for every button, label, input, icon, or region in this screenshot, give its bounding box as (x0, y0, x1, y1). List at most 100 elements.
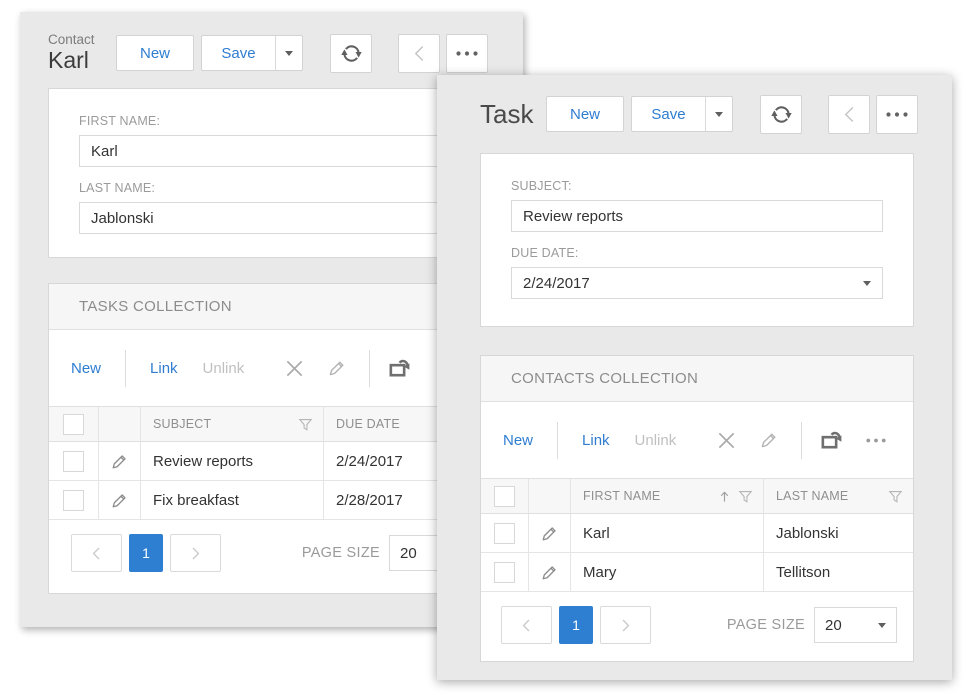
chevron-left-icon (520, 618, 533, 633)
table-row[interactable]: Karl Jablonski (481, 514, 913, 553)
row-checkbox[interactable] (63, 451, 84, 472)
due-date-field[interactable]: 2/24/2017 (511, 267, 883, 299)
edit-row-icon[interactable] (110, 452, 129, 471)
next-page-button[interactable] (170, 534, 221, 572)
grid-delete-button[interactable] (716, 430, 737, 451)
tasks-collection-title: TASKS COLLECTION (49, 284, 494, 330)
first-name-column-header[interactable]: FIRST NAME (571, 479, 764, 513)
toolbar-separator (801, 422, 802, 459)
save-button[interactable]: Save (202, 36, 275, 70)
ellipsis-icon (886, 112, 908, 117)
grid-export-button[interactable] (820, 429, 844, 451)
save-split-button: Save (631, 96, 733, 132)
filter-icon[interactable] (888, 489, 903, 504)
prev-page-button[interactable] (501, 606, 552, 644)
grid-edit-button[interactable] (759, 430, 779, 450)
close-icon (284, 358, 305, 379)
edit-column-header (99, 407, 141, 441)
page-size-select[interactable]: 20 (814, 607, 897, 643)
grid-export-button[interactable] (388, 357, 412, 379)
toolbar-separator (369, 350, 370, 387)
due-date-cell: 2/28/2017 (336, 492, 403, 509)
next-page-button[interactable] (600, 606, 651, 644)
page-number-button[interactable]: 1 (559, 606, 593, 644)
last-name-cell: Tellitson (776, 564, 830, 581)
chevron-left-icon (411, 44, 428, 63)
desktop: Contact Karl New Save (0, 0, 966, 695)
grid-more-button[interactable] (866, 438, 886, 443)
row-checkbox[interactable] (63, 490, 84, 511)
toolbar-separator (125, 350, 126, 387)
grid-edit-button[interactable] (327, 358, 347, 378)
edit-row-icon[interactable] (540, 524, 559, 543)
row-checkbox[interactable] (494, 523, 515, 544)
back-button[interactable] (828, 95, 870, 134)
table-row[interactable]: Mary Tellitson (481, 553, 913, 592)
first-name-label: FIRST NAME: (79, 114, 464, 128)
page-title: Task (480, 99, 546, 130)
grid-link-button[interactable]: Link (582, 432, 610, 449)
record-title: Karl (48, 48, 116, 73)
refresh-icon (771, 104, 792, 125)
last-name-column-header[interactable]: LAST NAME (764, 479, 913, 513)
filter-icon[interactable] (738, 489, 753, 504)
grid-unlink-button[interactable]: Unlink (635, 432, 677, 449)
save-dropdown-button[interactable] (705, 97, 732, 131)
more-options-button[interactable] (446, 34, 488, 73)
last-name-field[interactable]: Jablonski (79, 202, 464, 234)
back-button[interactable] (398, 34, 440, 73)
filter-icon[interactable] (298, 417, 313, 432)
edit-row-icon[interactable] (540, 563, 559, 582)
table-row[interactable]: Fix breakfast 2/28/2017 (49, 481, 494, 520)
page-number-button[interactable]: 1 (129, 534, 163, 572)
select-all-cell (481, 479, 529, 513)
chevron-right-icon (189, 546, 202, 561)
page-size-label: PAGE SIZE (302, 545, 380, 561)
contacts-grid-header-row: FIRST NAME LAST NAME (481, 479, 913, 514)
toolbar-separator (557, 422, 558, 459)
edit-row-icon[interactable] (110, 491, 129, 510)
contact-window-header: Contact Karl New Save (48, 26, 488, 80)
sort-ascending-icon[interactable] (719, 490, 730, 503)
chevron-down-icon (878, 623, 886, 628)
contacts-collection-title: CONTACTS COLLECTION (481, 356, 913, 402)
table-row[interactable]: Review reports 2/24/2017 (49, 442, 494, 481)
chevron-down-icon (285, 51, 293, 56)
select-all-checkbox[interactable] (494, 486, 515, 507)
ellipsis-icon (866, 438, 886, 443)
new-button[interactable]: New (546, 96, 624, 132)
first-name-field[interactable]: Karl (79, 135, 464, 167)
chevron-left-icon (90, 546, 103, 561)
pencil-icon (759, 430, 779, 450)
more-options-button[interactable] (876, 95, 918, 134)
refresh-button[interactable] (760, 95, 802, 134)
grid-delete-button[interactable] (284, 358, 305, 379)
grid-new-button[interactable]: New (503, 432, 533, 449)
first-name-group: FIRST NAME: Karl (79, 114, 464, 167)
task-window: Task New Save (437, 75, 952, 680)
subject-column-header[interactable]: SUBJECT (141, 407, 324, 441)
save-button[interactable]: Save (632, 97, 705, 131)
due-date-label: DUE DATE: (511, 246, 883, 260)
refresh-icon (341, 43, 362, 64)
row-checkbox[interactable] (494, 562, 515, 583)
ellipsis-icon (456, 51, 478, 56)
first-name-cell: Karl (583, 525, 610, 542)
new-button[interactable]: New (116, 35, 194, 71)
chevron-down-icon[interactable] (863, 281, 871, 286)
grid-unlink-button[interactable]: Unlink (203, 360, 245, 377)
subject-label: SUBJECT: (511, 179, 883, 193)
last-name-cell: Jablonski (776, 525, 839, 542)
due-date-cell: 2/24/2017 (336, 453, 403, 470)
subject-field[interactable]: Review reports (511, 200, 883, 232)
select-all-checkbox[interactable] (63, 414, 84, 435)
save-dropdown-button[interactable] (275, 36, 302, 70)
grid-new-button[interactable]: New (71, 360, 101, 377)
contact-title-block: Contact Karl (48, 32, 116, 73)
grid-link-button[interactable]: Link (150, 360, 178, 377)
refresh-button[interactable] (330, 34, 372, 73)
tasks-collection-panel: TASKS COLLECTION New Link Unlink (48, 283, 495, 594)
tasks-pager: 1 PAGE SIZE 20 (49, 534, 494, 572)
contacts-collection-panel: CONTACTS COLLECTION New Link Unlink (480, 355, 914, 662)
prev-page-button[interactable] (71, 534, 122, 572)
